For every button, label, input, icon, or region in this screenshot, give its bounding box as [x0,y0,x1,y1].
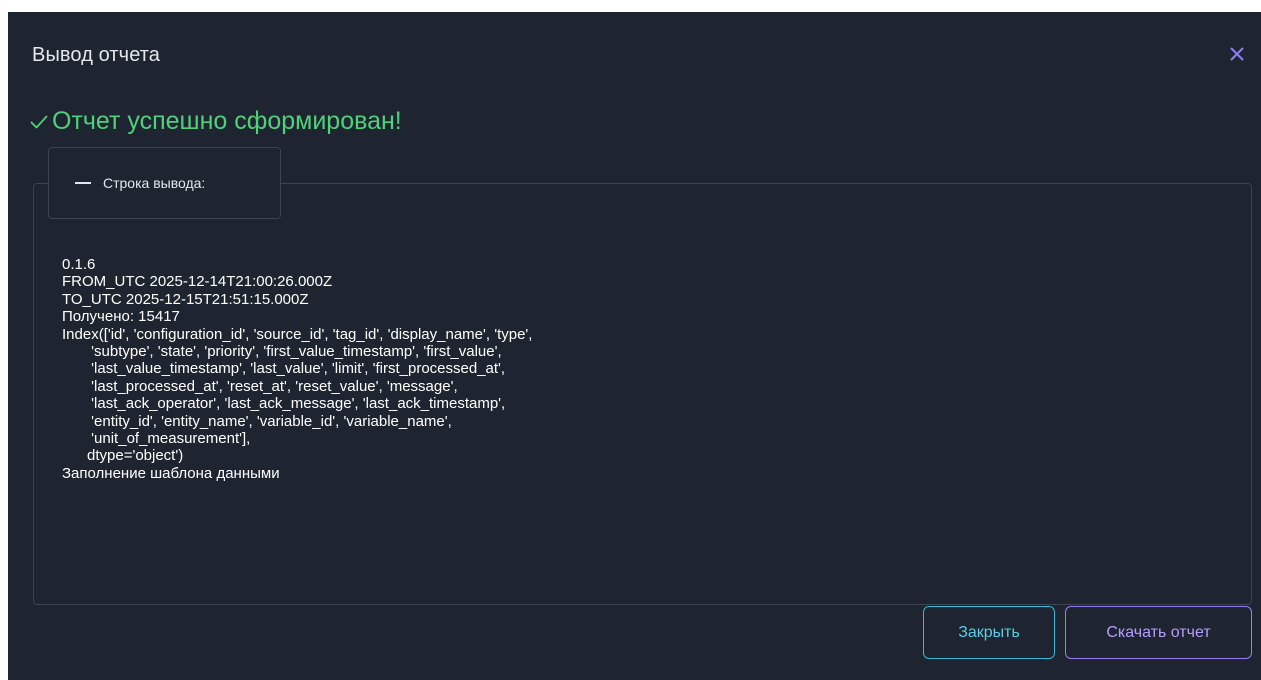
output-line: 'last_processed_at', 'reset_at', 'reset_… [62,377,458,395]
output-section-label: Строка вывода: [103,175,206,191]
output-section-toggle[interactable]: Строка вывода: [48,147,281,219]
output-line: 'last_ack_operator', 'last_ack_message',… [62,395,506,413]
output-line: TO_UTC 2025-12-15T21:51:15.000Z [62,290,309,308]
collapse-dash-icon[interactable] [75,182,91,184]
output-line: Index(['id', 'configuration_id', 'source… [62,325,533,343]
download-report-button[interactable]: Скачать отчет [1065,606,1252,659]
dialog-close-button[interactable] [1223,40,1251,68]
output-line: 'last_value_timestamp', 'last_value', 'l… [62,360,506,378]
close-button[interactable]: Закрыть [923,606,1055,659]
check-icon [30,115,48,128]
output-line: Заполнение шаблона данными [62,464,280,482]
success-text: Отчет успешно сформирован! [52,107,402,135]
output-line: 'unit_of_measurement'], [62,430,251,448]
report-output-dialog: Вывод отчета Отчет успешно сформирован! … [8,12,1261,680]
output-line: FROM_UTC 2025-12-14T21:00:26.000Z [62,273,333,291]
output-line: 'subtype', 'state', 'priority', 'first_v… [62,343,502,361]
output-line: 'entity_id', 'entity_name', 'variable_id… [62,412,452,430]
output-line: Получено: 15417 [62,308,180,326]
dialog-title: Вывод отчета [32,44,161,66]
output-line: 0.1.6 [62,256,96,273]
close-icon[interactable] [1230,47,1244,61]
output-text: 0.1.6 FROM_UTC 2025-12-14T21:00:26.000Z … [62,256,532,482]
success-message: Отчет успешно сформирован! [30,107,402,136]
output-line: dtype='object') [62,447,184,465]
